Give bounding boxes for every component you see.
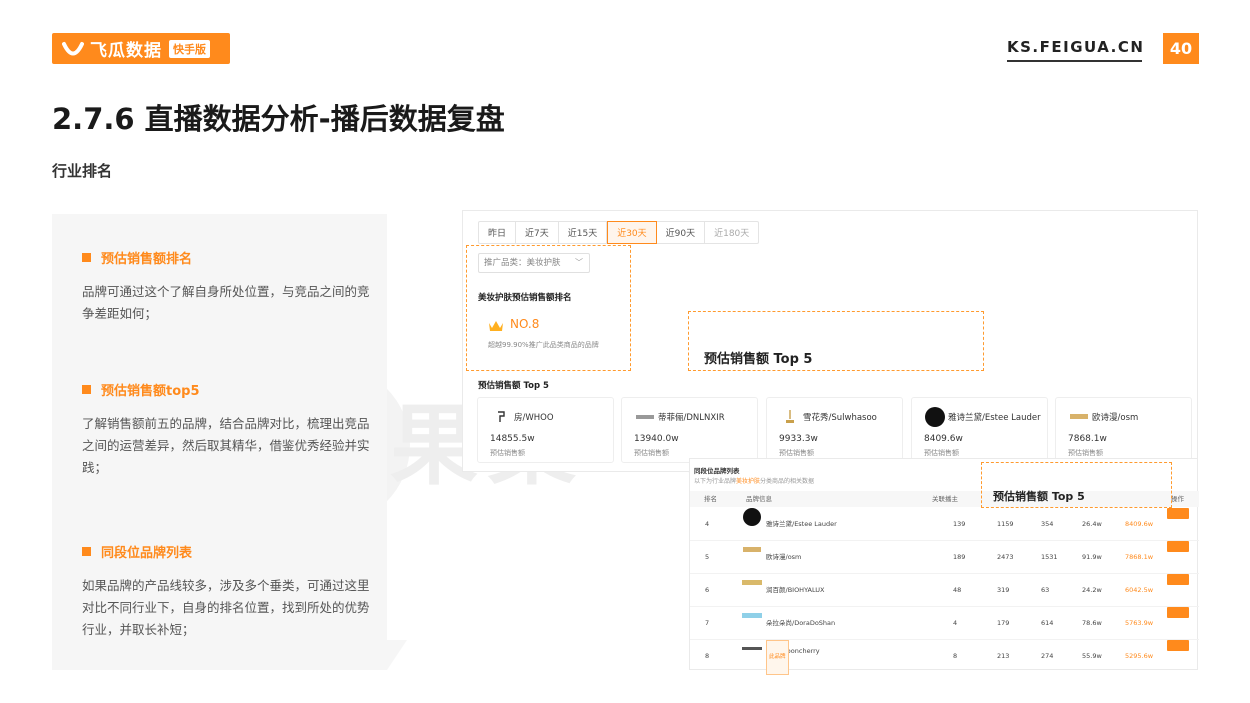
- brand-sales-label: 预估销售额: [779, 449, 814, 457]
- brand-sales-label: 预估销售额: [1068, 449, 1103, 457]
- brand-sales: 9933.3w: [779, 434, 818, 444]
- table-callout-label: 预估销售额 Top 5: [993, 490, 1085, 503]
- rank-description: 超越99.90%推广此品类商品的品牌: [488, 341, 599, 349]
- panel-tail-decoration: [387, 640, 407, 670]
- rank-card: NO.8 超越99.90%推广此品类商品的品牌: [478, 307, 618, 355]
- brand-sales-label: 预估销售额: [490, 449, 525, 457]
- table-row[interactable]: 6 润百颜/BIOHYALUX 48 319 63 24.2w 6042.5w …: [690, 574, 1199, 607]
- brand-logo-mooncherry: [742, 640, 762, 658]
- section-sales-rank: 预估销售额排名 品牌可通过这个了解自身所处位置，与竞品之间的竞争差距如何；: [82, 248, 372, 325]
- page-number: 40: [1163, 33, 1199, 64]
- brand-logo-osm: [1068, 408, 1090, 426]
- section-heading: 预估销售额排名: [101, 252, 193, 267]
- brand-logo-dnlnxir: [634, 408, 656, 426]
- brand-logo-estee-lauder: [742, 508, 762, 526]
- brand-name: 房/WHOO: [514, 413, 554, 423]
- top5-title: 预估销售额 Top 5: [478, 381, 549, 391]
- brand-name: 雪花秀/Sulwhasoo: [803, 413, 877, 423]
- tab-15-days[interactable]: 近15天: [559, 222, 608, 243]
- page-subtitle: 行业排名: [52, 162, 113, 180]
- crown-icon: [488, 317, 504, 336]
- details-button[interactable]: 详情: [1167, 640, 1189, 659]
- this-brand-tag: 此品牌: [766, 640, 789, 675]
- tab-90-days[interactable]: 近90天: [657, 222, 706, 243]
- details-button[interactable]: 详情: [1167, 541, 1189, 560]
- header-action: 操作: [1171, 495, 1184, 503]
- section-heading: 预估销售额top5: [101, 384, 200, 399]
- logo-name: 飞瓜数据: [90, 41, 162, 61]
- brand-card-osm[interactable]: 欧诗漫/osm 7868.1w 预估销售额: [1055, 397, 1192, 463]
- brand-card-estee-lauder[interactable]: 雅诗兰黛/Estee Lauder 8409.6w 预估销售额: [911, 397, 1048, 463]
- brand-sales-label: 预估销售额: [634, 449, 669, 457]
- site-url[interactable]: KS.FEIGUA.CN: [1007, 38, 1144, 56]
- brand-sales: 7868.1w: [1068, 434, 1107, 444]
- category-select[interactable]: 推广品类：美妆护肤 ﹀: [478, 253, 590, 273]
- section-sales-top5: 预估销售额top5 了解销售额前五的品牌，结合品牌对比，梳理出竞品之间的运营差异…: [82, 380, 372, 479]
- brand-card-whoo[interactable]: 房/WHOO 14855.5w 预估销售额: [477, 397, 614, 463]
- top5-callout-label: 预估销售额 Top 5: [704, 352, 813, 367]
- rank-title: 美妆护肤预估销售额排名: [478, 293, 572, 303]
- brand-sales: 8409.6w: [924, 434, 963, 444]
- brand-sales-label: 预估销售额: [924, 449, 959, 457]
- section-peer-brands: 同段位品牌列表 如果品牌的产品线较多，涉及多个垂类，可通过这里对比不同行业下，自…: [82, 542, 372, 641]
- brand-logo-whoo: [490, 408, 512, 426]
- tab-30-days[interactable]: 近30天: [607, 221, 657, 244]
- brand-name: 欧诗漫/osm: [1092, 413, 1139, 423]
- section-description: 如果品牌的产品线较多，涉及多个垂类，可通过这里对比不同行业下，自身的排名位置，找…: [82, 578, 370, 637]
- bullet-square-icon: [82, 547, 91, 556]
- ranking-screenshot: 昨日 近7天 近15天 近30天 近90天 近180天 推广品类：美妆护肤 ﹀ …: [462, 210, 1198, 472]
- peer-brand-table: 同段位品牌列表 以下为行业品牌美妆护肤分类商品的相关数据 排名 品牌信息 关联播…: [689, 458, 1199, 675]
- brand-name: 蒂菲俪/DNLNXIR: [658, 413, 725, 423]
- tab-yesterday[interactable]: 昨日: [479, 222, 517, 243]
- brand-logo-sulwhasoo: [779, 408, 801, 426]
- page-title: 2.7.6 直播数据分析-播后数据复盘: [52, 102, 505, 136]
- brand-logo-biohyalux: [742, 574, 762, 592]
- tab-7-days[interactable]: 近7天: [516, 222, 559, 243]
- date-range-tabs: 昨日 近7天 近15天 近30天 近90天 近180天: [478, 221, 760, 244]
- details-button[interactable]: 详情: [1167, 574, 1189, 593]
- chevron-down-icon: ﹀: [575, 258, 583, 267]
- brand-card-sulwhasoo[interactable]: 雪花秀/Sulwhasoo 9933.3w 预估销售额: [766, 397, 903, 463]
- brand-card-dnlnxir[interactable]: 蒂菲俪/DNLNXIR 13940.0w 预估销售额: [621, 397, 758, 463]
- header-rank: 排名: [704, 495, 717, 503]
- tab-180-days[interactable]: 近180天: [705, 222, 758, 243]
- details-button[interactable]: 详情: [1167, 508, 1189, 527]
- description-panel: 预估销售额排名 品牌可通过这个了解自身所处位置，与竞品之间的竞争差距如何； 预估…: [52, 214, 387, 670]
- site-underline: [1007, 60, 1142, 62]
- section-heading: 同段位品牌列表: [101, 546, 193, 561]
- category-select-value: 推广品类：美妆护肤: [484, 258, 561, 268]
- header-linked-streamers: 关联播主: [932, 495, 958, 503]
- brand-logo-estee-lauder: [924, 407, 946, 427]
- table-row[interactable]: 8 梦婷/Mooncherry 此品牌 8 213 274 55.9w 5295…: [690, 640, 1199, 675]
- brand-sales: 13940.0w: [634, 434, 679, 444]
- feigua-logo[interactable]: 飞瓜数据 快手版: [52, 33, 230, 64]
- bullet-square-icon: [82, 253, 91, 262]
- brand-name: 雅诗兰黛/Estee Lauder: [948, 413, 1041, 423]
- table-row[interactable]: 5 欧诗漫/osm 189 2473 1531 91.9w 7868.1w 详情: [690, 541, 1199, 574]
- bullet-square-icon: [82, 385, 91, 394]
- details-button[interactable]: 详情: [1167, 607, 1189, 626]
- table-row[interactable]: 4 雅诗兰黛/Estee Lauder 139 1159 354 26.4w 8…: [690, 508, 1199, 541]
- section-description: 了解销售额前五的品牌，结合品牌对比，梳理出竞品之间的运营差异，然后取其精华，借鉴…: [82, 416, 370, 475]
- header-brand: 品牌信息: [746, 495, 772, 503]
- table-subtitle: 以下为行业品牌美妆护肤分类商品的相关数据: [694, 478, 815, 485]
- table-row[interactable]: 7 朵拉朵尚/DoraDoShan 4 179 614 78.6w 5763.9…: [690, 607, 1199, 640]
- brand-logo-osm: [742, 541, 762, 559]
- rank-number: NO.8: [510, 317, 540, 331]
- section-description: 品牌可通过这个了解自身所处位置，与竞品之间的竞争差距如何；: [82, 284, 370, 321]
- brand-sales: 14855.5w: [490, 434, 535, 444]
- brand-logo-doradoshan: [742, 607, 762, 625]
- table-title: 同段位品牌列表: [694, 467, 740, 475]
- feigua-logo-icon: [62, 41, 84, 57]
- logo-badge: 快手版: [169, 39, 210, 58]
